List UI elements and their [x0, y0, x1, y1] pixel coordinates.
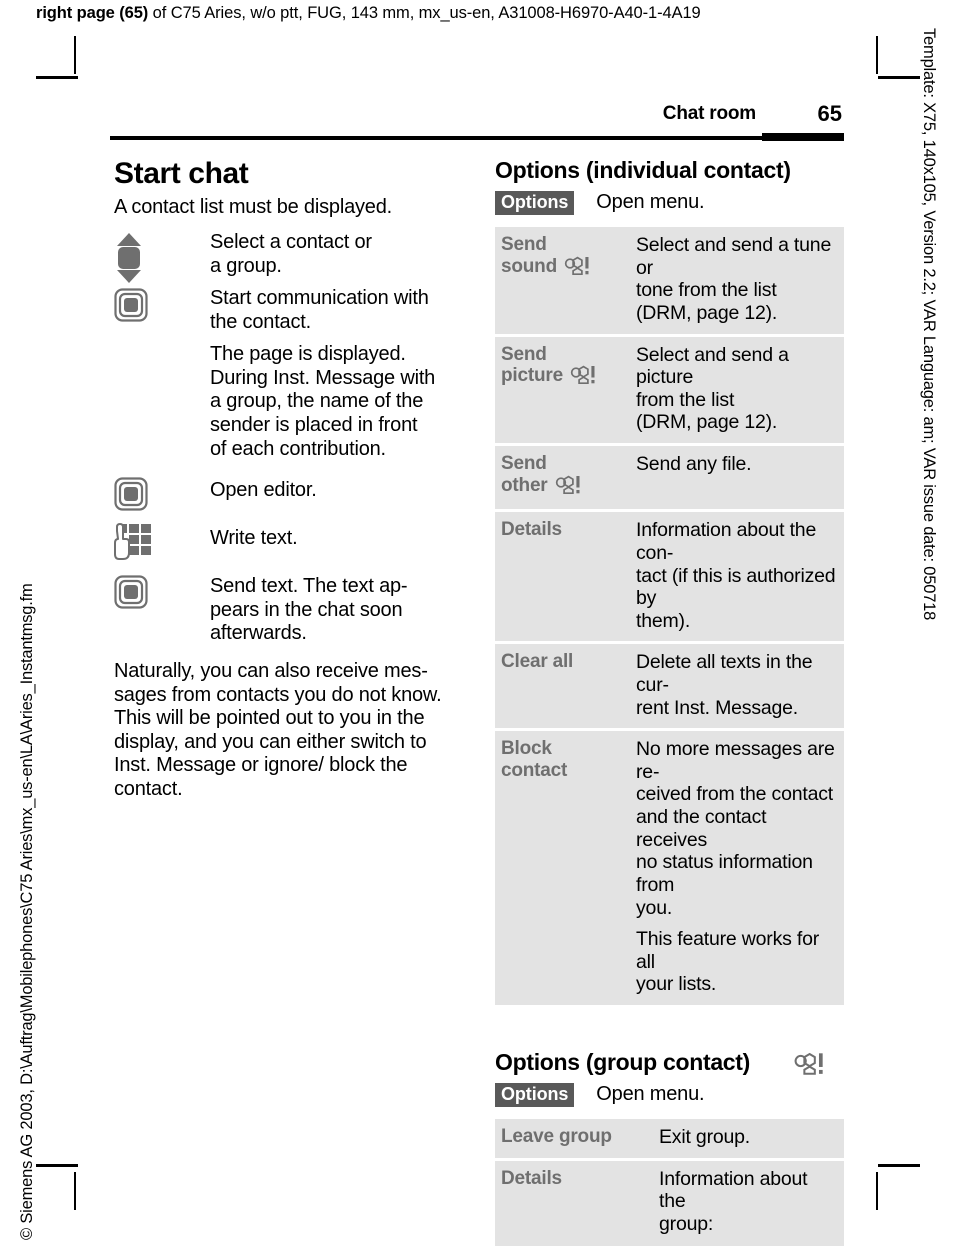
table-row-key: Send sound: [495, 227, 630, 334]
section-heading-individual-text: Options (individual contact): [495, 157, 791, 183]
option-description: Exit group.: [659, 1126, 751, 1149]
table-row: Send other Send any file.: [495, 446, 844, 510]
option-label: Send sound: [501, 234, 557, 277]
table-row: Send picture Select and send a picture f…: [495, 336, 844, 444]
section-heading-group: Options (group contact): [495, 1048, 844, 1075]
softkey-row-group: Options Open menu.: [495, 1083, 844, 1108]
options-softkey-description: Open menu.: [596, 1083, 705, 1106]
crop-mark-bottom-right-horizontal: [878, 1164, 920, 1167]
table-row-value: Select and send a picture from the list …: [630, 336, 844, 444]
crop-mark-top-right-horizontal: [878, 76, 920, 79]
table-row-key: Send picture: [495, 336, 630, 444]
option-description: Information about the con- tact (if this…: [636, 519, 836, 632]
table-row-value: Information about the con- tact (if this…: [630, 512, 844, 642]
keypad-icon: [114, 521, 210, 561]
table-row-key: Leave group: [495, 1119, 653, 1158]
instruction-text: Start communication with the contact.: [210, 286, 429, 333]
instruction-text: The page is displayed. During Inst. Mess…: [210, 343, 436, 460]
instruction-row: Open editor.: [114, 475, 466, 511]
option-label: Leave group: [501, 1126, 612, 1148]
select-key-icon: [114, 573, 210, 609]
table-row-key: Details: [495, 1160, 653, 1246]
options-softkey-button[interactable]: Options: [495, 1083, 575, 1108]
table-row-value: Exit group.: [653, 1119, 844, 1158]
print-job-line: right page (65) of C75 Aries, w/o ptt, F…: [36, 4, 934, 23]
table-row: Send sound Select and send a tune or ton…: [495, 227, 844, 334]
crop-mark-bottom-left-horizontal: [36, 1164, 78, 1167]
running-head: Chat room 65: [110, 101, 842, 137]
instruction-text: Write text.: [210, 527, 298, 550]
table-row-value: Information about the group: Group ID:, …: [653, 1160, 844, 1246]
option-description: Delete all texts in the cur- rent Inst. …: [636, 651, 813, 719]
drm-icon: [561, 256, 593, 282]
option-label: Clear all: [501, 651, 574, 673]
option-description: Select and send a picture from the list …: [636, 343, 789, 434]
option-description-extra: This feature works for all your lists.: [636, 928, 820, 996]
closing-paragraph: Naturally, you can also receive mes-sage…: [114, 659, 442, 800]
page-title: Start chat: [114, 157, 249, 190]
section-heading-group-text: Options (group contact): [495, 1048, 751, 1075]
table-row-key: Clear all: [495, 644, 630, 729]
table-row: Leave group Exit group.: [495, 1119, 844, 1158]
option-description: Select and send a tune or tone from the …: [636, 234, 832, 325]
instruction-text: Send text. The text ap- pears in the cha…: [210, 575, 408, 645]
icon-placeholder: [114, 342, 210, 344]
instruction-row: Start communication with the contact.: [114, 286, 466, 334]
select-key-icon: [114, 286, 210, 322]
table-row: Clear all Delete all texts in the cur- r…: [495, 644, 844, 729]
options-softkey-description: Open menu.: [596, 191, 705, 214]
table-row-key: Details: [495, 512, 630, 642]
option-label: Details: [501, 1167, 562, 1189]
navigation-key-icon: [114, 230, 210, 284]
template-margin-note: Template: X75, 140x105, Version 2.2; VAR…: [920, 28, 938, 621]
running-head-chapter: Chat room: [662, 103, 756, 124]
drm-icon: [552, 475, 584, 501]
table-row: Details Information about the con- tact …: [495, 512, 844, 642]
document-page: right page (65) of C75 Aries, w/o ptt, F…: [0, 0, 954, 1246]
instruction-row-continuation: The page is displayed. During Inst. Mess…: [114, 342, 466, 461]
options-table-group: Leave group Exit group. Details Informat…: [495, 1116, 844, 1246]
copyright-margin-note: © Siemens AG 2003, D:\Auftrag\Mobilephon…: [18, 583, 36, 1240]
header-rule-accent: [762, 133, 844, 141]
table-row-value: Select and send a tune or tone from the …: [630, 227, 844, 334]
select-key-icon: [114, 475, 210, 511]
table-row: Block contact No more messages are re- c…: [495, 731, 844, 1005]
crop-mark-bottom-right-vertical: [876, 1172, 878, 1210]
options-table-individual: Send sound Select and send a tune or ton…: [495, 224, 844, 1008]
option-label: Block contact: [501, 738, 568, 781]
option-description: No more messages are re- ceived from the…: [636, 738, 835, 919]
drm-icon: [567, 365, 599, 391]
page-number: 65: [817, 101, 842, 126]
table-row: Details Information about the group: Gro…: [495, 1160, 844, 1246]
table-row-key: Send other: [495, 446, 630, 510]
crop-mark-top-left-vertical: [74, 36, 76, 74]
table-row-key: Block contact: [495, 731, 630, 1005]
header-rule: [110, 136, 844, 140]
table-row-value: No more messages are re- ceived from the…: [630, 731, 844, 1005]
print-job-details: of C75 Aries, w/o ptt, FUG, 143 mm, mx_u…: [148, 4, 701, 22]
left-column: Start chat A contact list must be displa…: [114, 157, 466, 811]
crop-mark-bottom-left-vertical: [74, 1172, 76, 1210]
option-label: Send other: [501, 453, 548, 496]
instruction-row: Select a contact or a group.: [114, 230, 466, 284]
instruction-row: Send text. The text ap- pears in the cha…: [114, 573, 466, 646]
crop-mark-top-left-horizontal: [36, 76, 78, 79]
option-label: Details: [501, 519, 562, 541]
table-row-value: Delete all texts in the cur- rent Inst. …: [630, 644, 844, 729]
section-heading-individual: Options (individual contact): [495, 157, 844, 183]
option-description: Send any file.: [636, 453, 752, 476]
drm-icon: [790, 1052, 828, 1081]
crop-mark-top-right-vertical: [876, 36, 878, 74]
instruction-text: Select a contact or a group.: [210, 230, 372, 277]
instruction-row: Write text.: [114, 521, 466, 561]
intro-paragraph: A contact list must be displayed.: [114, 196, 392, 219]
option-label: Send picture: [501, 343, 563, 387]
option-description: Information about the group:: [659, 1167, 808, 1235]
right-column: Options (individual contact) Options Ope…: [495, 157, 844, 1246]
table-row-value: Send any file.: [630, 446, 844, 510]
softkey-row-individual: Options Open menu.: [495, 191, 844, 216]
instruction-text: Open editor.: [210, 479, 317, 502]
options-softkey-button[interactable]: Options: [495, 191, 575, 216]
print-job-page-label: right page (65): [36, 4, 149, 22]
